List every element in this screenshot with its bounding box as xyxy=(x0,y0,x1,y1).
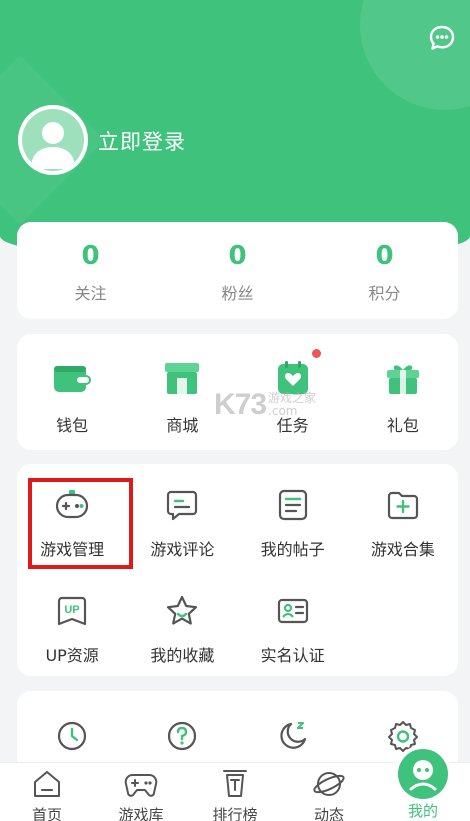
gamepad-icon xyxy=(124,774,158,797)
stat-value: 0 xyxy=(228,241,247,271)
stat-label: 粉丝 xyxy=(221,284,254,303)
game-collection-button[interactable]: 游戏合集 xyxy=(348,464,458,570)
stats-card: 0 关注 0 粉丝 0 积分 xyxy=(17,222,458,319)
task-icon xyxy=(277,361,308,394)
shop-label: 商城 xyxy=(166,416,199,435)
game-comments-button[interactable]: 游戏评论 xyxy=(127,464,237,570)
stat-fans[interactable]: 0 粉丝 xyxy=(164,222,311,319)
tab-label: 首页 xyxy=(31,806,62,821)
wallet-icon xyxy=(54,366,92,392)
tool-label: 我的帖子 xyxy=(260,540,325,559)
tab-label: 排行榜 xyxy=(212,806,258,821)
highlight-box xyxy=(28,478,133,569)
post-icon xyxy=(278,489,307,521)
help-icon xyxy=(168,721,197,751)
tab-label: 动态 xyxy=(313,806,344,821)
default-avatar-icon xyxy=(31,122,75,169)
tab-feed[interactable]: 动态 xyxy=(282,763,376,821)
chat-bubble-icon xyxy=(429,25,455,50)
planet-icon xyxy=(313,772,345,796)
notification-dot xyxy=(312,349,322,358)
up-icon: UP xyxy=(58,596,87,626)
stat-value: 0 xyxy=(81,241,100,271)
tab-home[interactable]: 首页 xyxy=(0,763,94,821)
real-name-auth-button[interactable]: 实名认证 xyxy=(238,570,348,676)
task-button[interactable]: 任务 xyxy=(238,334,348,450)
tab-mine[interactable]: 我的 xyxy=(376,749,470,821)
stat-label: 积分 xyxy=(368,284,401,303)
gift-button[interactable]: 礼包 xyxy=(348,334,458,450)
tab-ranking[interactable]: 排行榜 xyxy=(188,763,282,821)
header-decoration xyxy=(360,0,470,110)
task-label: 任务 xyxy=(276,416,309,435)
tab-game-library[interactable]: 游戏库 xyxy=(94,763,188,821)
wallet-label: 钱包 xyxy=(56,416,89,435)
star-icon xyxy=(167,595,198,625)
wallet-button[interactable]: 钱包 xyxy=(17,334,127,450)
bottom-tab-bar: 首页 游戏库 排行榜 动态 我的 xyxy=(0,749,470,821)
active-tab-bubble xyxy=(398,749,448,799)
svg-text:UP: UP xyxy=(64,604,79,616)
stat-value: 0 xyxy=(375,241,394,271)
stat-label: 关注 xyxy=(74,284,107,303)
shop-icon xyxy=(165,363,200,394)
night-mode-icon xyxy=(279,722,306,749)
stat-points[interactable]: 0 积分 xyxy=(311,222,458,319)
id-card-icon xyxy=(277,598,308,624)
gift-label: 礼包 xyxy=(386,416,419,435)
stat-following[interactable]: 0 关注 xyxy=(17,222,164,319)
tab-label: 我的 xyxy=(407,802,438,820)
rank-icon xyxy=(223,770,247,797)
tool-label: UP资源 xyxy=(45,646,99,665)
clock-icon xyxy=(58,721,87,751)
settings-icon xyxy=(387,721,418,752)
gift-icon xyxy=(386,365,419,394)
tool-label: 游戏评论 xyxy=(150,540,215,559)
my-posts-button[interactable]: 我的帖子 xyxy=(238,464,348,570)
comment-icon xyxy=(167,490,198,521)
tool-label: 实名认证 xyxy=(260,646,325,665)
profile-icon xyxy=(409,760,437,791)
login-link[interactable]: 立即登录 xyxy=(98,126,186,156)
home-icon xyxy=(34,771,60,797)
tab-label: 游戏库 xyxy=(118,806,164,821)
tool-label: 游戏合集 xyxy=(370,540,435,559)
up-resources-button[interactable]: UP UP资源 xyxy=(17,570,127,676)
my-favorites-button[interactable]: 我的收藏 xyxy=(127,570,237,676)
tool-label: 我的收藏 xyxy=(150,646,215,665)
shop-button[interactable]: 商城 xyxy=(127,334,237,450)
message-button[interactable] xyxy=(428,24,456,52)
avatar[interactable] xyxy=(18,105,88,175)
folder-add-icon xyxy=(387,491,418,520)
wallet-card: 钱包 商城 任务 礼包 xyxy=(17,334,458,450)
